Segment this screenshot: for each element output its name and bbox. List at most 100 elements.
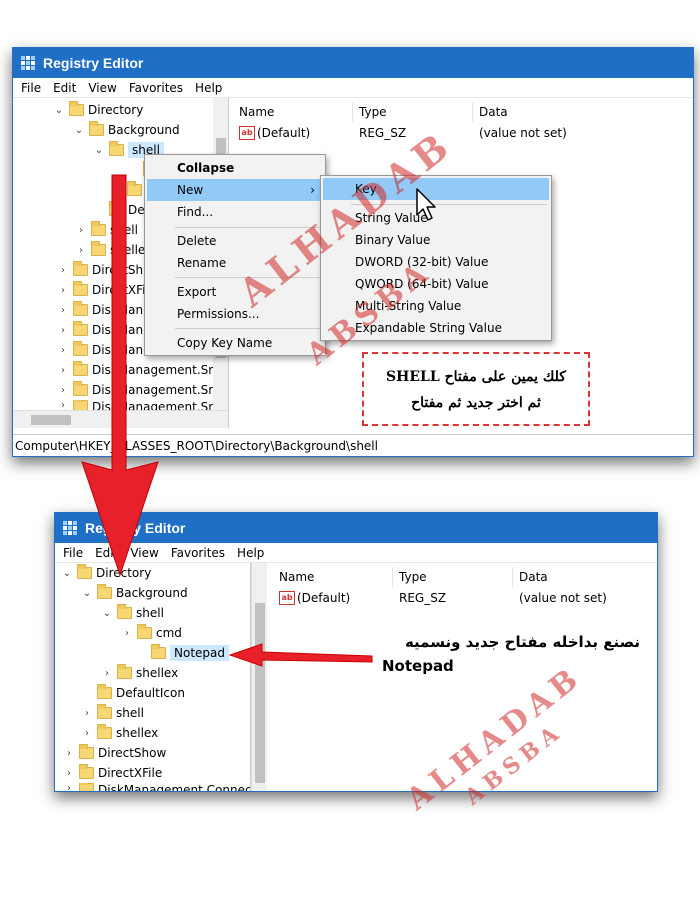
status-bar-path: Computer\HKEY_CLASSES_ROOT\Directory\Bac…	[13, 434, 693, 456]
folder-icon	[117, 664, 132, 679]
tree-item-directory[interactable]: ⌄ Directory	[61, 563, 151, 583]
menu-item-new[interactable]: New ›	[147, 179, 323, 201]
chevron-down-icon[interactable]: ⌄	[101, 608, 113, 619]
chevron-down-icon[interactable]: ⌄	[73, 125, 85, 136]
menu-edit[interactable]: Edit	[89, 546, 124, 560]
tree-item-shellex[interactable]: › shelle	[75, 240, 145, 260]
tree-item-shell-2[interactable]: › shell	[81, 703, 144, 723]
tree-item-diskmanagement-3[interactable]: › DiskManagement.Sr	[57, 400, 213, 410]
tree-item-notepad[interactable]: Notepad	[135, 643, 229, 663]
chevron-right-icon[interactable]: ›	[111, 185, 123, 196]
menu-item-find[interactable]: Find...	[147, 201, 323, 223]
tree-item-directshow[interactable]: › DirectSh	[57, 260, 143, 280]
column-data[interactable]: Data	[473, 102, 693, 122]
tree-item-shell-2[interactable]: › shell	[75, 220, 138, 240]
tree-item-directxfile[interactable]: › DirectXFi	[57, 280, 146, 300]
tree-item-diskman-3[interactable]: › DiskMan	[57, 340, 143, 360]
value-type: REG_SZ	[399, 591, 447, 605]
chevron-right-icon[interactable]: ›	[75, 225, 87, 236]
chevron-right-icon[interactable]: ›	[57, 285, 69, 296]
tree-item-shellex-2[interactable]: › shellex	[81, 723, 158, 743]
column-type[interactable]: Type	[353, 102, 473, 122]
folder-icon	[73, 341, 88, 356]
folder-icon	[73, 281, 88, 296]
folder-icon	[109, 201, 124, 216]
menu-view[interactable]: View	[82, 81, 122, 95]
value-name-default[interactable]: ab (Default)	[279, 591, 350, 605]
tree-item-shellex[interactable]: › shellex	[101, 663, 178, 683]
chevron-right-icon[interactable]: ›	[81, 728, 93, 739]
menu-help[interactable]: Help	[189, 81, 228, 95]
column-name[interactable]: Name	[233, 102, 353, 122]
menu-favorites[interactable]: Favorites	[165, 546, 231, 560]
tree-item-directshow[interactable]: › DirectShow	[63, 743, 166, 763]
note-line-2: Notepad	[382, 657, 454, 675]
column-type[interactable]: Type	[393, 567, 513, 587]
tree-vertical-scrollbar[interactable]	[251, 563, 267, 791]
chevron-right-icon[interactable]: ›	[63, 768, 75, 779]
menu-file[interactable]: File	[57, 546, 89, 560]
folder-icon	[79, 744, 94, 759]
chevron-right-icon[interactable]: ›	[57, 265, 69, 276]
menu-item-copy-key-name[interactable]: Copy Key Name	[147, 332, 323, 354]
folder-icon	[109, 141, 124, 156]
tree-item-cmd[interactable]: › cmd	[121, 623, 182, 643]
menu-view[interactable]: View	[124, 546, 164, 560]
scroll-thumb[interactable]	[255, 603, 265, 783]
folder-icon	[117, 604, 132, 619]
title-bar[interactable]: Registry Editor	[13, 48, 693, 78]
menu-item-collapse[interactable]: Collapse	[147, 157, 323, 179]
tree-item-diskmanagement-2[interactable]: › DiskManagement.Sr	[57, 380, 213, 400]
chevron-right-icon[interactable]: ›	[57, 400, 69, 410]
value-data: (value not set)	[519, 591, 607, 605]
tree-item-diskman-2[interactable]: › DiskMan	[57, 320, 143, 340]
chevron-down-icon[interactable]: ⌄	[81, 588, 93, 599]
chevron-down-icon[interactable]: ⌄	[61, 568, 73, 579]
menu-item-permissions[interactable]: Permissions...	[147, 303, 323, 325]
tree-item-defaulticon[interactable]: DefaultIcon	[81, 683, 185, 703]
tree-item-shell[interactable]: ⌄ shell	[101, 603, 164, 623]
folder-icon	[97, 704, 112, 719]
chevron-right-icon[interactable]: ›	[81, 708, 93, 719]
tree-horizontal-scrollbar[interactable]	[13, 410, 228, 428]
chevron-right-icon: ›	[310, 183, 315, 197]
menu-favorites[interactable]: Favorites	[123, 81, 189, 95]
note-line-1: نصنع بداخله مفتاح جديد ونسميه	[404, 633, 640, 651]
chevron-right-icon[interactable]: ›	[63, 748, 75, 759]
submenu-item-dword-value[interactable]: DWORD (32-bit) Value	[323, 251, 549, 273]
folder-icon	[77, 564, 92, 579]
chevron-right-icon[interactable]: ›	[57, 365, 69, 376]
menu-file[interactable]: File	[15, 81, 47, 95]
tree-item-diskmanagement[interactable]: › DiskManagement.Connec	[63, 783, 250, 791]
chevron-right-icon[interactable]: ›	[101, 668, 113, 679]
column-name[interactable]: Name	[273, 567, 393, 587]
menu-separator	[175, 328, 321, 329]
tree-item-background[interactable]: ⌄ Background	[81, 583, 188, 603]
menu-help[interactable]: Help	[231, 546, 270, 560]
tree-item-directory[interactable]: ⌄ Directory	[53, 100, 143, 120]
chevron-right-icon[interactable]: ›	[75, 245, 87, 256]
menu-bar: File Edit View Favorites Help	[55, 543, 657, 563]
chevron-right-icon[interactable]: ›	[57, 345, 69, 356]
title-bar[interactable]: Registry Editor	[55, 513, 657, 543]
scroll-thumb[interactable]	[31, 415, 71, 425]
tree-item-directxfile[interactable]: › DirectXFile	[63, 763, 162, 783]
chevron-right-icon[interactable]: ›	[57, 305, 69, 316]
note-line-2: ثم اختر جديد ثم مفتاح	[411, 395, 541, 411]
folder-icon	[79, 764, 94, 779]
folder-icon	[89, 121, 104, 136]
tree-item-diskman-1[interactable]: › DiskMan	[57, 300, 143, 320]
chevron-right-icon[interactable]: ›	[57, 325, 69, 336]
registry-editor-icon	[21, 56, 35, 70]
chevron-right-icon[interactable]: ›	[121, 628, 133, 639]
tree-item-background[interactable]: ⌄ Background	[73, 120, 180, 140]
menu-edit[interactable]: Edit	[47, 81, 82, 95]
chevron-down-icon[interactable]: ⌄	[93, 145, 105, 156]
folder-icon	[97, 584, 112, 599]
chevron-right-icon[interactable]: ›	[57, 385, 69, 396]
chevron-right-icon[interactable]: ›	[63, 783, 75, 791]
tree-item-diskmanagement-1[interactable]: › DiskManagement.Sr	[57, 360, 213, 380]
chevron-down-icon[interactable]: ⌄	[53, 105, 65, 116]
value-name-default[interactable]: ab (Default)	[239, 126, 310, 140]
column-data[interactable]: Data	[513, 567, 657, 587]
